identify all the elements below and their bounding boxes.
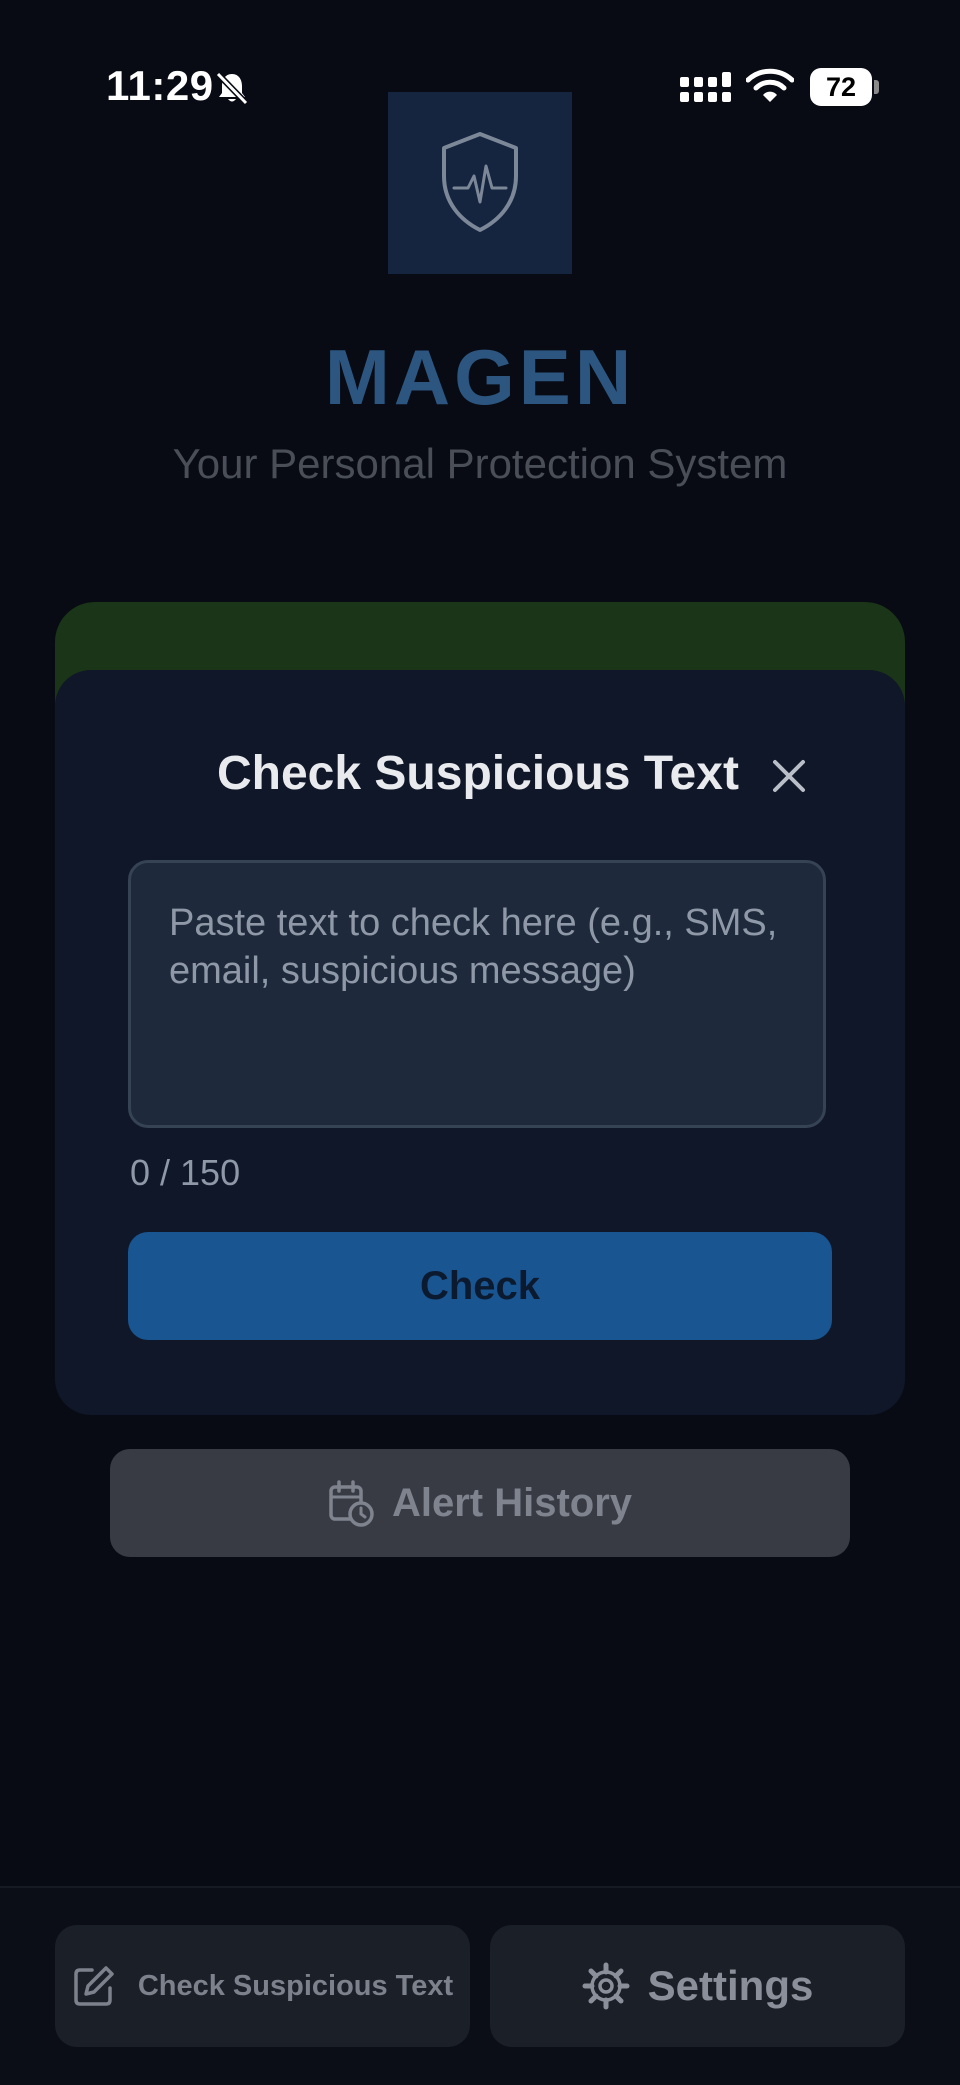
settings-tab[interactable]: Settings <box>490 1925 905 2047</box>
bell-slash-icon <box>215 71 249 106</box>
modal-title: Check Suspicious Text <box>217 747 739 800</box>
check-suspicious-text-tab[interactable]: Check Suspicious Text <box>55 1925 470 2047</box>
signal-icon <box>680 72 731 102</box>
edit-icon <box>74 1966 114 2006</box>
check-suspicious-text-label: Check Suspicious Text <box>137 1969 454 2002</box>
app-title: MAGEN <box>324 333 636 421</box>
app-logo <box>388 92 572 274</box>
calendar-clock-icon <box>329 1480 374 1527</box>
check-button[interactable]: Check <box>128 1232 832 1340</box>
battery-indicator: 72 <box>810 68 872 106</box>
gear-icon <box>582 1962 630 2010</box>
alert-history-label: Alert History <box>391 1480 633 1525</box>
close-icon[interactable] <box>765 752 813 800</box>
suspicious-text-input[interactable] <box>128 860 826 1128</box>
app-subtitle: Your Personal Protection System <box>172 440 788 487</box>
settings-label: Settings <box>647 1962 814 2009</box>
app-screen: 11:29 72 MAGEN Your Personal Protection … <box>0 0 960 2085</box>
check-text-modal: Check Suspicious Text 0 / 150 Check <box>55 670 905 1415</box>
battery-cap <box>874 80 879 94</box>
wifi-icon <box>746 68 794 102</box>
status-time: 11:29 <box>106 62 214 109</box>
character-count: 0 / 150 <box>130 1152 241 1193</box>
shield-heartbeat-icon <box>442 132 518 232</box>
alert-history-button[interactable]: Alert History <box>110 1449 850 1557</box>
